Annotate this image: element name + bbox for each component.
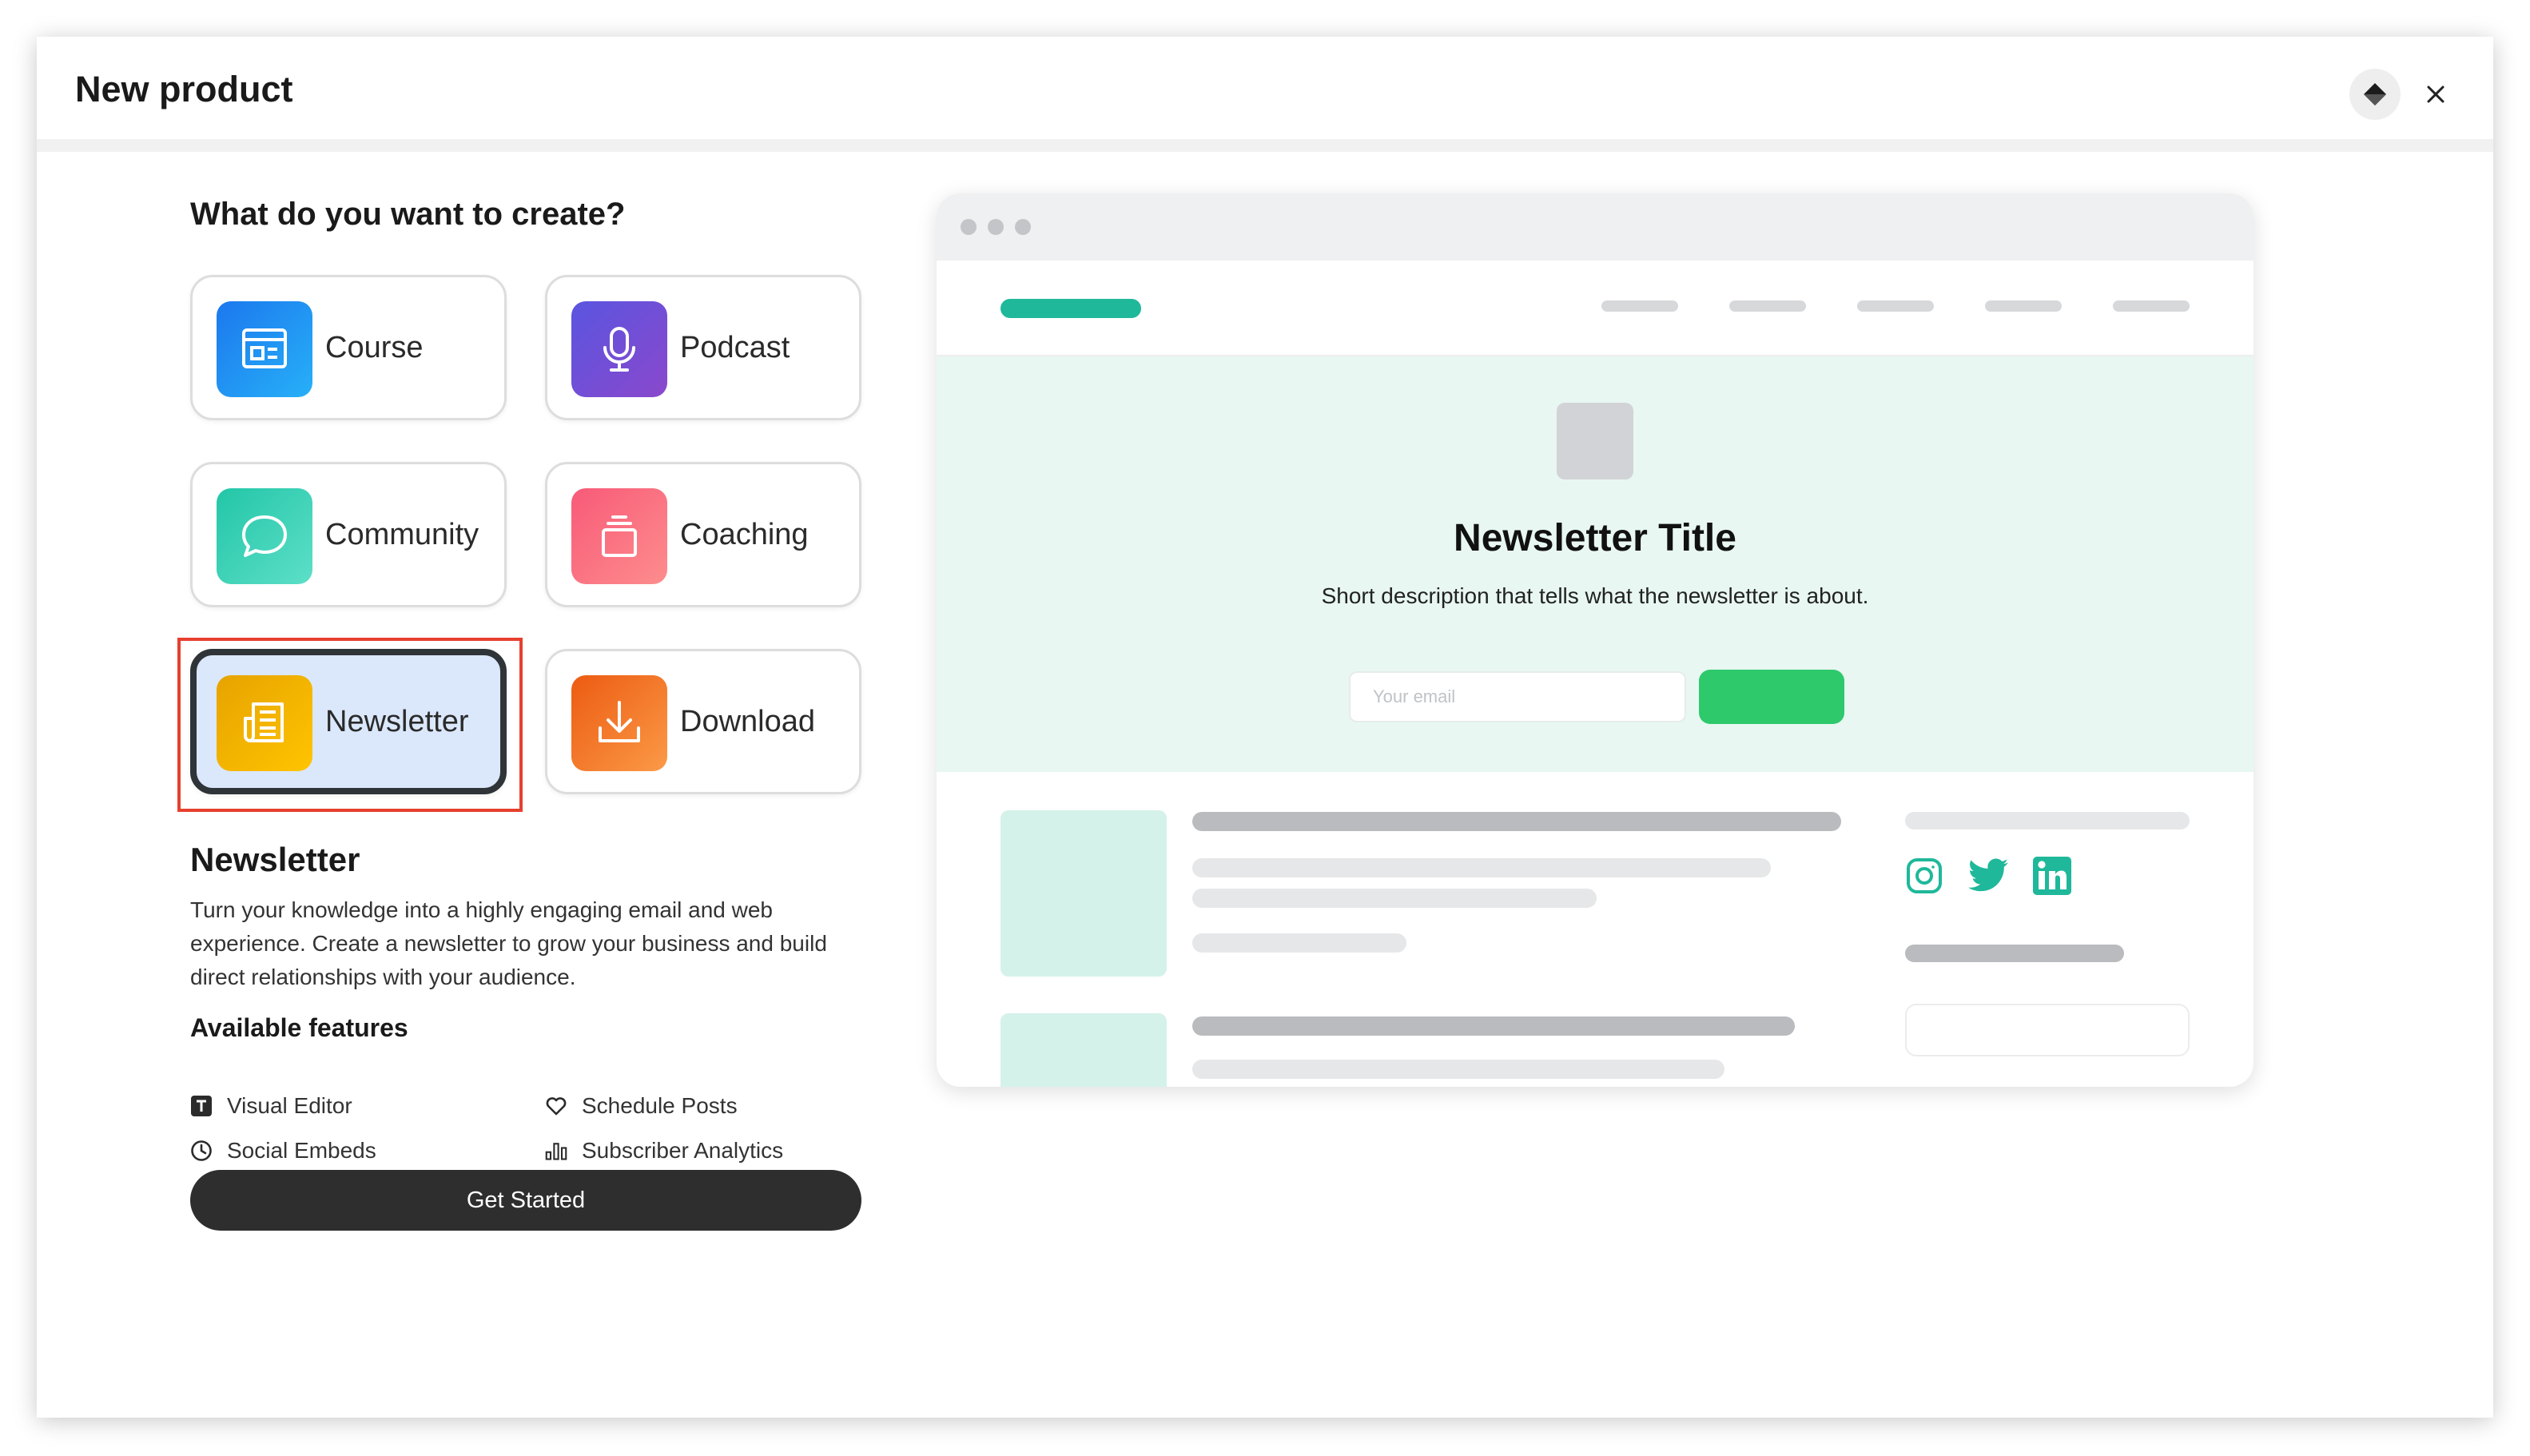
twitter-icon [1967, 855, 2009, 897]
preview-text-line [1192, 812, 1841, 831]
preview-hero: Newsletter Title Short description that … [937, 356, 2254, 772]
get-started-button[interactable]: Get Started [190, 1170, 861, 1231]
bar-chart-icon [545, 1140, 567, 1162]
preview-email-field: Your email [1349, 671, 1686, 722]
preview-subscribe-button [1699, 670, 1844, 724]
microphone-icon [571, 301, 667, 397]
option-course-card[interactable]: Course [190, 275, 507, 420]
header-divider [37, 139, 2493, 152]
preview-post-thumbnail [1000, 1013, 1167, 1087]
close-icon [2427, 86, 2444, 103]
instagram-icon [1903, 855, 1945, 897]
preview-text-line [1192, 1016, 1795, 1036]
coaching-stack-icon [571, 488, 667, 584]
preview-sidebar-line [1905, 812, 2190, 829]
newsletter-preview: Newsletter Title Short description that … [937, 193, 2254, 1087]
preview-sidebar-line [1905, 945, 2124, 962]
preview-text-line [1192, 1060, 1724, 1079]
preview-sidebar-box [1905, 1004, 2190, 1056]
option-label: Coaching [680, 518, 809, 551]
close-button[interactable] [2410, 69, 2461, 120]
course-window-icon [217, 301, 312, 397]
feature-item: Subscriber Analytics [545, 1138, 783, 1164]
selected-product-description: Turn your knowledge into a highly engagi… [190, 897, 827, 989]
preview-logo [1000, 299, 1141, 318]
preview-nav-link [1601, 300, 1678, 312]
preview-nav-link [2113, 300, 2190, 312]
selected-product-title: Newsletter [190, 841, 360, 878]
feature-label: Subscriber Analytics [582, 1138, 784, 1163]
preview-text-line [1192, 889, 1597, 908]
speech-bubble-icon [217, 488, 312, 584]
option-label: Community [325, 518, 479, 551]
new-product-dialog: New product What do you want to create? [37, 37, 2493, 1418]
preview-hero-title: Newsletter Title [1454, 517, 1736, 559]
option-label: Download [680, 705, 815, 738]
preview-post-thumbnail [1000, 810, 1167, 977]
feature-label: Social Embeds [227, 1138, 376, 1163]
option-label: Course [325, 331, 424, 364]
preview-hero-subtitle: Short description that tells what the ne… [1321, 583, 1869, 608]
feature-item: Schedule Posts [545, 1093, 738, 1119]
download-icon [571, 675, 667, 771]
preview-nav-link [1985, 300, 2062, 312]
feature-item: Visual Editor [190, 1093, 352, 1119]
preview-text-line [1192, 933, 1406, 953]
option-label: Podcast [680, 331, 790, 364]
window-dot [961, 219, 977, 235]
preview-text-line [1192, 858, 1771, 877]
text-editor-icon [190, 1095, 213, 1117]
preview-nav [937, 261, 2254, 356]
option-download-card[interactable]: Download [545, 649, 861, 794]
ai-assist-button[interactable] [2349, 69, 2401, 120]
window-dot [1015, 219, 1031, 235]
option-coaching-card[interactable]: Coaching [545, 462, 861, 607]
option-community-card[interactable]: Community [190, 462, 507, 607]
heart-icon [545, 1095, 567, 1117]
linkedin-icon [2031, 855, 2073, 897]
sparkle-diamond-icon [2364, 83, 2386, 105]
dialog-title: New product [75, 69, 293, 109]
features-title: Available features [190, 1013, 408, 1042]
feature-item: Social Embeds [190, 1138, 376, 1164]
selection-highlight [177, 638, 523, 812]
preview-image-placeholder [1557, 403, 1633, 479]
window-dot [988, 219, 1004, 235]
option-podcast-card[interactable]: Podcast [545, 275, 861, 420]
preview-browser-bar [937, 193, 2254, 261]
preview-nav-link [1857, 300, 1934, 312]
preview-nav-link [1729, 300, 1806, 312]
clock-icon [190, 1140, 213, 1162]
feature-label: Schedule Posts [582, 1093, 738, 1118]
feature-label: Visual Editor [227, 1093, 352, 1118]
dialog-header: New product [37, 37, 2493, 139]
create-question: What do you want to create? [190, 197, 626, 232]
